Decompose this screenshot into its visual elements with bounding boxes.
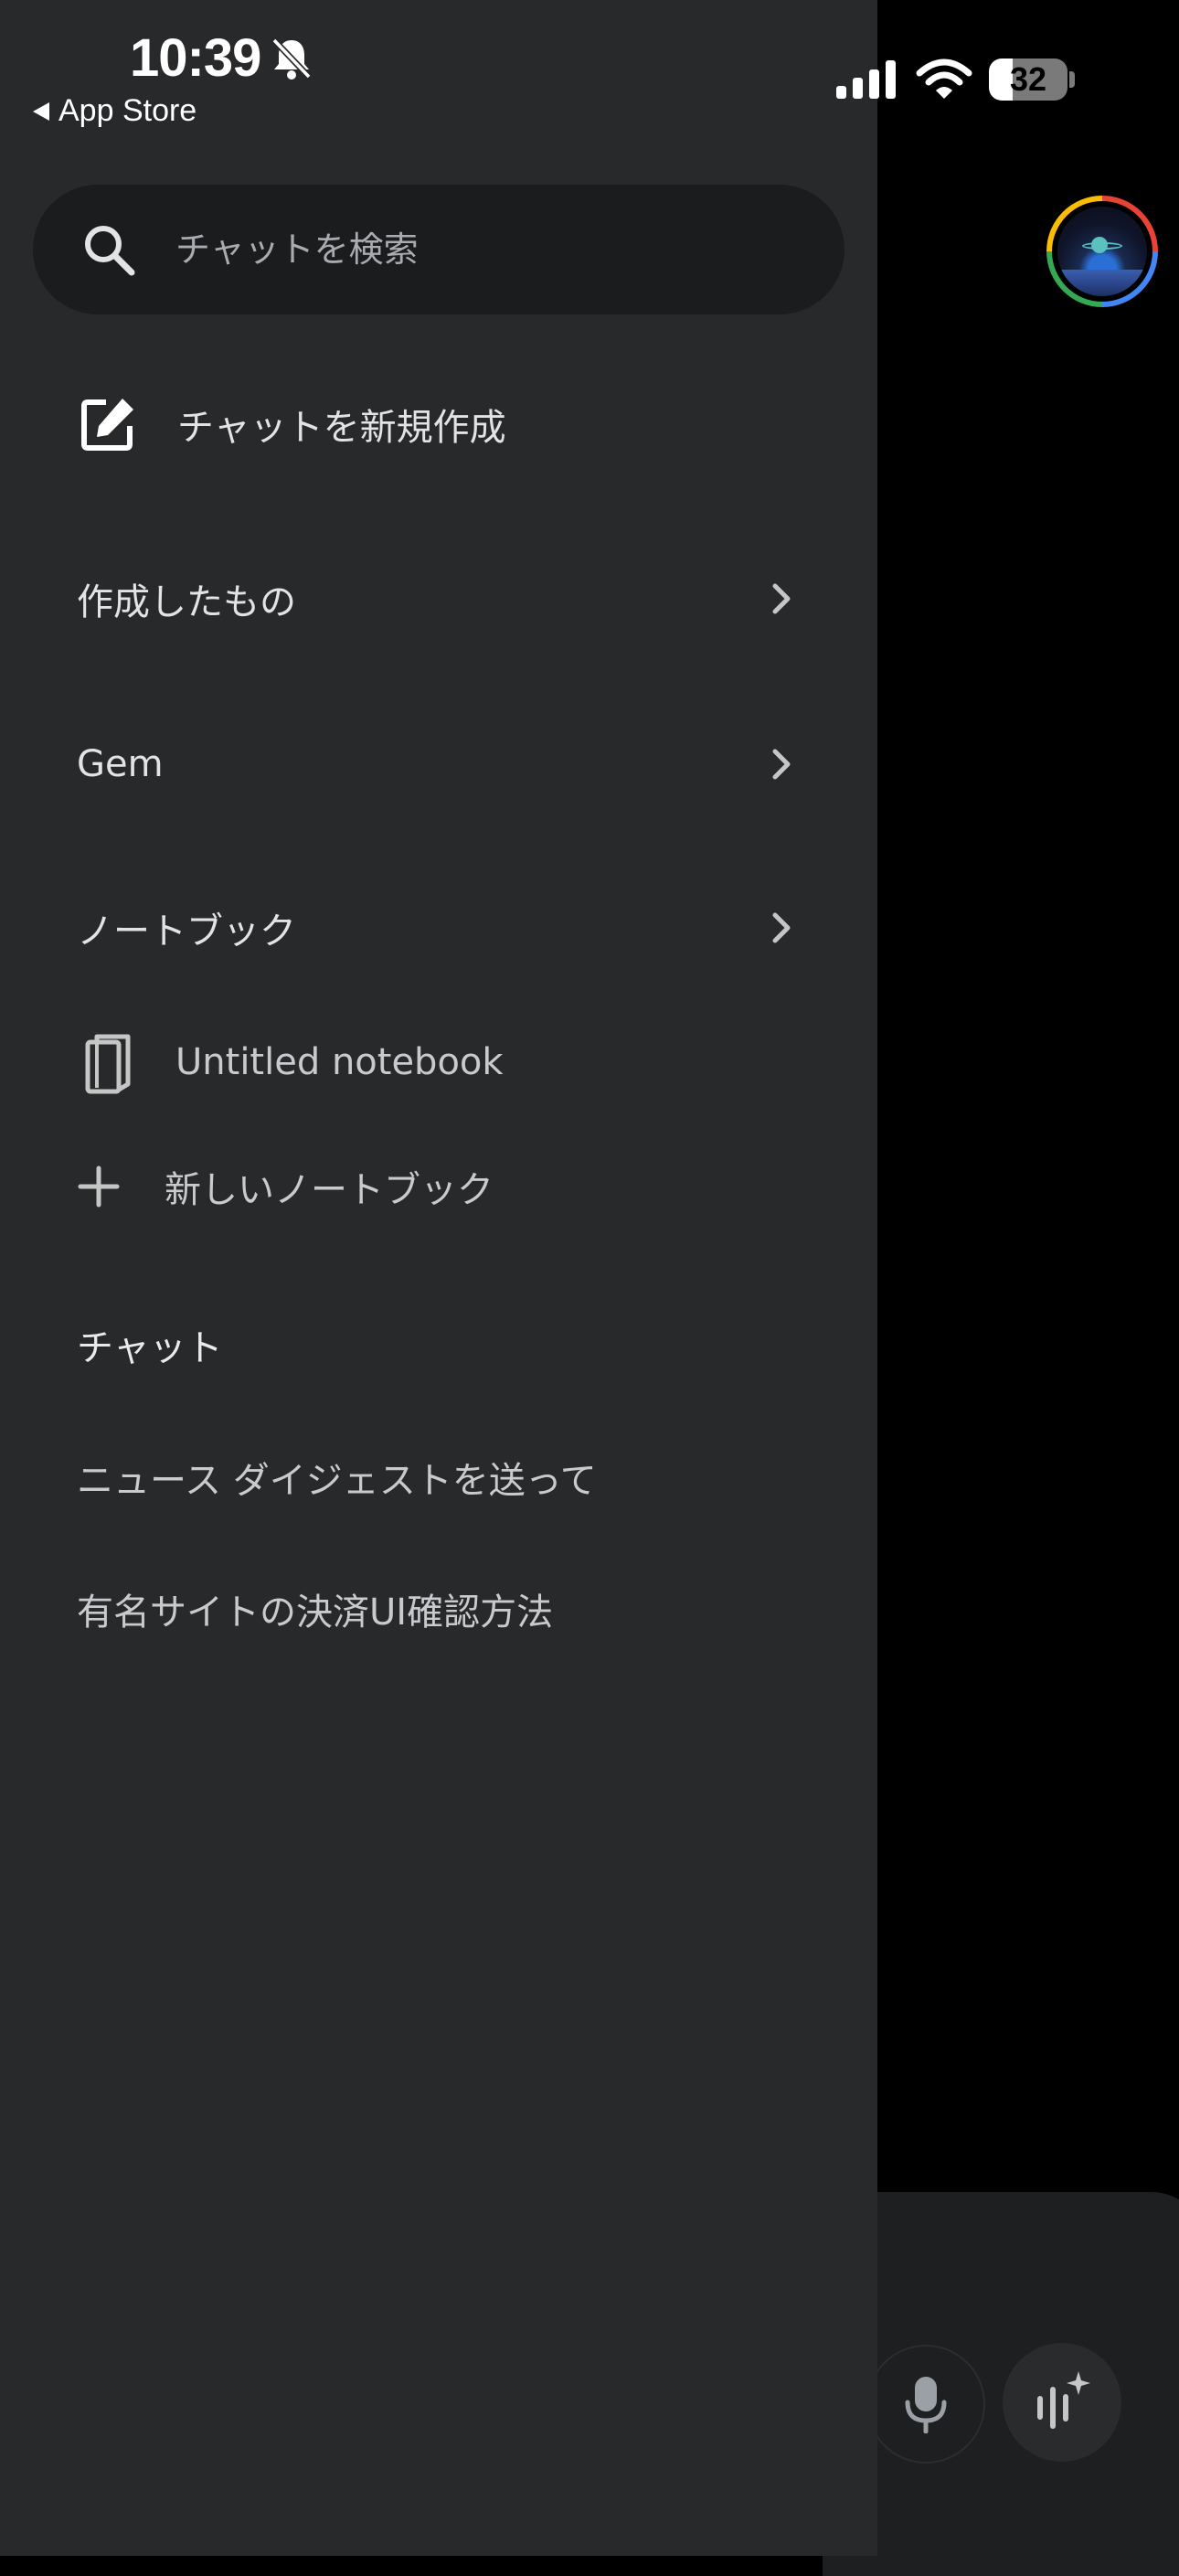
nav-item-notebooks[interactable]: ノートブック (0, 882, 877, 974)
back-arrow-icon (33, 101, 49, 121)
edit-icon (81, 399, 133, 451)
user-avatar[interactable] (1046, 196, 1158, 307)
back-to-app-store[interactable]: App Store (33, 93, 196, 129)
battery-icon: 32 (989, 59, 1075, 101)
nav-item-label: Gem (77, 743, 164, 785)
bell-slash-icon (271, 37, 312, 80)
notebook-item[interactable]: Untitled notebook (0, 1017, 877, 1108)
new-chat-label: チャットを新規作成 (177, 407, 506, 449)
mic-icon (905, 2377, 947, 2433)
chat-item-label: 有名サイトの決済UI確認方法 (77, 1591, 554, 1634)
chevron-right-icon (772, 912, 791, 943)
search-icon (85, 226, 135, 276)
notebook-icon (85, 1034, 131, 1094)
avatar-image (1057, 207, 1147, 296)
chat-item-label: ニュース ダイジェストを送って (77, 1460, 597, 1502)
plus-icon (78, 1166, 120, 1208)
new-notebook-label: 新しいノートブック (165, 1169, 494, 1211)
status-time: 10:39 (130, 28, 261, 88)
new-notebook-button[interactable]: 新しいノートブック (0, 1141, 877, 1232)
back-app-label: App Store (58, 93, 197, 128)
gemini-live-icon (1037, 2371, 1090, 2429)
nav-item-created[interactable]: 作成したもの (0, 553, 877, 644)
gemini-live-button[interactable] (1003, 2343, 1121, 2462)
chevron-right-icon (772, 583, 791, 614)
wifi-icon (916, 59, 972, 99)
chevron-right-icon (772, 749, 791, 780)
new-chat-button[interactable]: チャットを新規作成 (0, 378, 877, 470)
chat-item[interactable]: 有名サイトの決済UI確認方法 (0, 1563, 877, 1655)
chats-section-header: チャット (77, 1327, 223, 1369)
chat-item[interactable]: ニュース ダイジェストを送って (0, 1432, 877, 1523)
chat-search-bar[interactable] (33, 185, 844, 314)
navigation-drawer: 10:39 App Store チャットを新規作成 作成したもの Gem (0, 0, 877, 2556)
signal-icon (836, 60, 896, 99)
search-input[interactable] (174, 185, 795, 314)
nav-item-label: ノートブック (77, 910, 296, 953)
mic-button[interactable] (866, 2345, 985, 2464)
nav-item-label: 作成したもの (77, 581, 296, 623)
nav-item-gem[interactable]: Gem (0, 719, 877, 810)
battery-level: 32 (1009, 60, 1047, 98)
notebook-item-label: Untitled notebook (175, 1041, 504, 1083)
